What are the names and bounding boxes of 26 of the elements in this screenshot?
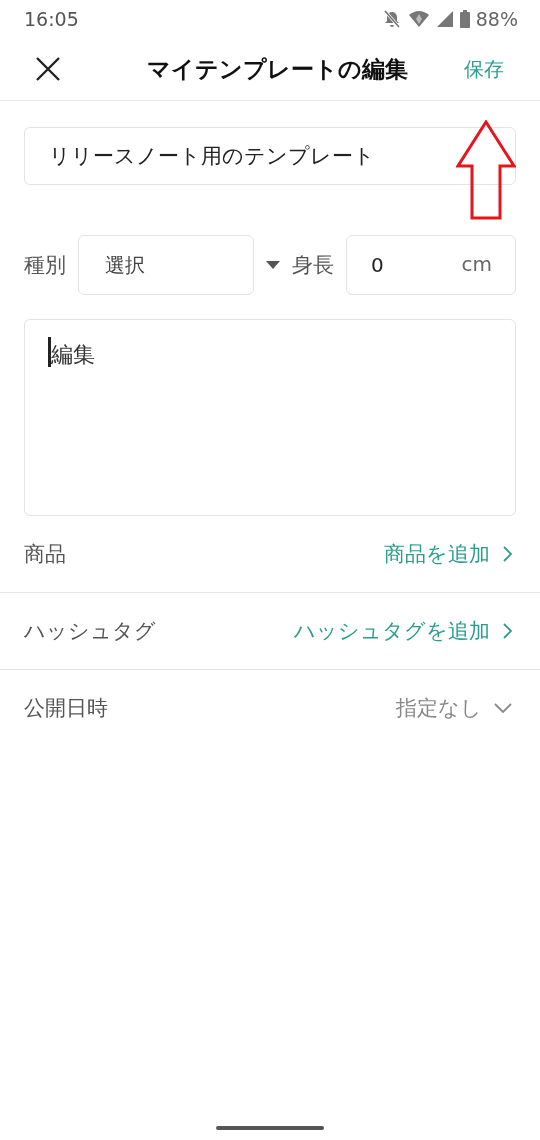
type-dropdown[interactable]: 選択 <box>78 235 254 295</box>
type-label: 種別 <box>24 252 66 279</box>
unit-label: cm <box>461 252 492 276</box>
close-icon[interactable] <box>35 56 61 82</box>
row-label: ハッシュタグ <box>24 618 156 645</box>
height-label: 身長 <box>292 252 334 279</box>
chevron-down-icon <box>494 703 512 713</box>
row-label: 商品 <box>24 541 66 568</box>
battery-level: 88% <box>475 8 518 30</box>
screen-title: マイテンプレートの編集 <box>146 54 409 84</box>
save-button[interactable]: 保存 <box>454 49 540 89</box>
wifi-icon <box>407 10 430 28</box>
bell-off-icon <box>381 9 402 29</box>
battery-icon <box>459 10 470 28</box>
text-cursor <box>48 337 51 367</box>
row-label: 公開日時 <box>24 695 108 722</box>
chevron-right-icon <box>502 546 512 562</box>
chevron-right-icon <box>502 623 512 639</box>
add-link[interactable]: 商品を追加 <box>384 540 512 568</box>
status-time: 16:05 <box>24 8 79 30</box>
publish-date-dropdown[interactable]: 指定なし <box>396 694 512 722</box>
template-name-field[interactable]: リリースノート用のテンプレート <box>24 127 516 185</box>
add-link[interactable]: ハッシュタグを追加 <box>294 617 512 645</box>
body-text-area[interactable]: 編集 <box>24 319 516 516</box>
signal-icon <box>435 10 454 28</box>
caret-icon <box>266 261 280 269</box>
